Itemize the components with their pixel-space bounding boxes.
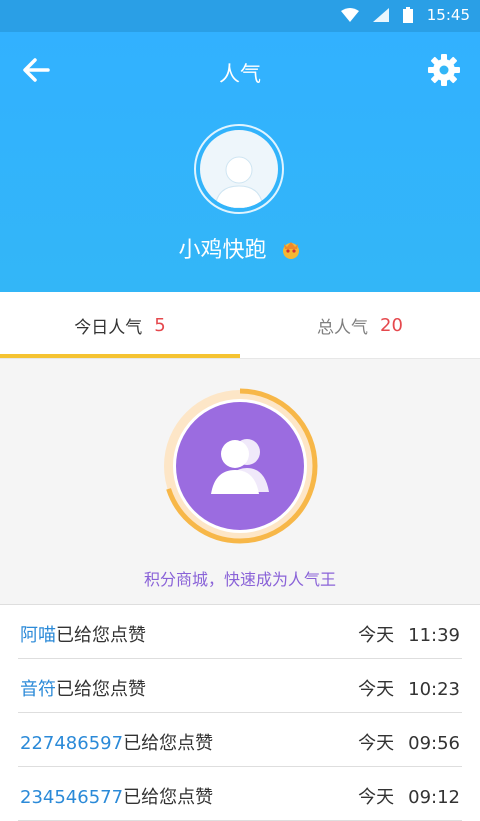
liker-name[interactable]: 234546577 — [20, 787, 123, 808]
tab-total-popularity[interactable]: 总人气 20 — [240, 292, 480, 358]
username: 小鸡快跑 — [0, 232, 480, 264]
profile-header: 人气 小鸡快跑 — [0, 32, 480, 292]
crown-badge-icon — [282, 242, 299, 259]
signal-icon — [372, 8, 389, 22]
people-icon — [211, 439, 269, 494]
total-count: 20 — [380, 314, 403, 336]
today-count: 5 — [154, 314, 166, 336]
status-bar: 15:45 — [0, 0, 480, 32]
list-item[interactable]: 227486597已给您点赞 今天 09:56 — [18, 713, 462, 767]
list-item[interactable]: 音符已给您点赞 今天 10:23 — [18, 659, 462, 713]
tab-today-popularity[interactable]: 今日人气 5 — [0, 292, 240, 358]
liker-name[interactable]: 227486597 — [20, 733, 123, 754]
list-item[interactable]: 阿喵已给您点赞 今天 11:39 — [18, 605, 462, 659]
avatar[interactable] — [194, 124, 284, 214]
active-tab-indicator — [0, 354, 240, 358]
gear-icon[interactable] — [426, 52, 462, 88]
list-item[interactable]: 234546577已给您点赞 今天 09:12 — [18, 767, 462, 821]
page-title: 人气 — [219, 62, 261, 86]
points-mall-link[interactable]: 积分商城，快速成为人气王 — [0, 566, 480, 590]
liker-name[interactable]: 阿喵 — [20, 625, 56, 646]
user-avatar-icon — [214, 156, 264, 208]
battery-icon — [402, 7, 413, 23]
liker-name[interactable]: 音符 — [20, 679, 56, 700]
status-time: 15:45 — [426, 6, 470, 24]
wifi-icon — [340, 8, 359, 22]
likes-list: 阿喵已给您点赞 今天 11:39 音符已给您点赞 今天 10:23 22748659… — [0, 604, 480, 821]
popularity-tabs: 今日人气 5 总人气 20 — [0, 292, 480, 359]
